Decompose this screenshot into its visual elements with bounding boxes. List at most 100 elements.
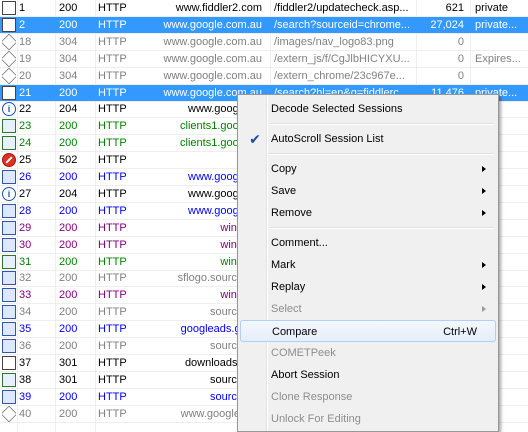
context-menu: Decode Selected Sessions ✔ AutoScroll Sess… — [237, 94, 499, 432]
menu-item-label: Mark — [271, 259, 296, 271]
session-row[interactable]: 1 200 HTTP www.fiddler2.com/fiddler2/update… — [0, 0, 528, 17]
menu-separator — [269, 123, 494, 125]
session-body-size: 0 — [457, 52, 464, 65]
session-protocol: HTTP — [98, 86, 127, 99]
session-result: 304 — [59, 69, 78, 82]
image-icon — [2, 287, 16, 303]
session-protocol: HTTP — [98, 390, 127, 403]
session-number: 28 — [19, 204, 32, 217]
error-icon — [2, 152, 16, 168]
session-protocol: HTTP — [98, 221, 127, 234]
session-body-size: 621 — [445, 2, 464, 14]
session-number: 38 — [19, 373, 32, 386]
submenu-arrow-icon — [482, 210, 486, 216]
session-protocol: HTTP — [98, 306, 127, 319]
session-protocol: HTTP — [98, 373, 127, 386]
session-caching: Expires... — [475, 52, 521, 65]
menu-item-remove[interactable]: Remove — [240, 202, 496, 224]
session-result: 304 — [59, 35, 78, 48]
session-host: www.fiddler2.com — [175, 2, 262, 14]
session-number: 19 — [19, 52, 32, 65]
session-result: 301 — [59, 356, 78, 369]
session-number: 22 — [19, 103, 32, 116]
image-icon — [2, 321, 16, 337]
menu-item-clone-response: Clone Response — [240, 386, 496, 408]
session-result: 200 — [59, 18, 78, 31]
submenu-arrow-icon — [482, 166, 486, 172]
session-result: 301 — [59, 373, 78, 386]
menu-item-compare[interactable]: Compare Ctrl+W — [240, 320, 496, 342]
session-protocol: HTTP — [98, 272, 127, 285]
session-url: /extern_js/f/CgJlbHICYXU... — [274, 52, 410, 65]
session-number: 39 — [19, 390, 32, 403]
session-url: /images/nav_logo83.png — [274, 35, 394, 48]
session-number: 20 — [19, 69, 32, 82]
session-row[interactable]: 2 200 HTTP www.google.com.au/search?sourcei… — [0, 16, 528, 34]
session-result: 200 — [59, 340, 78, 352]
session-protocol: HTTP — [98, 340, 127, 352]
session-result: 200 — [59, 289, 78, 302]
menu-item-label: Clone Response — [271, 391, 353, 403]
session-protocol: HTTP — [98, 255, 127, 268]
session-row[interactable]: 19 304 HTTP www.google.com.au/extern_js/f/C… — [0, 50, 528, 68]
session-result: 200 — [59, 86, 78, 99]
session-number: 37 — [19, 356, 32, 369]
session-protocol: HTTP — [98, 187, 127, 200]
session-result: 200 — [59, 137, 78, 150]
session-number: 18 — [19, 35, 32, 48]
document-icon — [2, 0, 16, 16]
session-body-size: 0 — [457, 35, 464, 48]
session-protocol: HTTP — [98, 137, 127, 150]
session-protocol: HTTP — [98, 120, 127, 133]
session-result: 200 — [59, 306, 78, 319]
script-icon — [2, 135, 16, 151]
cached-icon — [2, 50, 16, 67]
session-host: www.google.com.au — [163, 52, 262, 65]
menu-item-autoscroll-session-list[interactable]: ✔ AutoScroll Session List — [240, 128, 496, 150]
image-icon — [2, 203, 16, 219]
script-icon — [2, 118, 16, 134]
session-protocol: HTTP — [98, 154, 127, 167]
session-number: 30 — [19, 238, 32, 251]
image-icon — [2, 338, 16, 354]
session-number: 1 — [19, 2, 26, 14]
menu-item-comment[interactable]: Comment... — [240, 232, 496, 254]
menu-item-save[interactable]: Save — [240, 180, 496, 202]
session-protocol: HTTP — [98, 356, 127, 369]
session-result: 200 — [59, 323, 78, 336]
session-result: 200 — [59, 390, 78, 403]
menu-item-label: Comment... — [271, 237, 328, 249]
session-host: www.google.com.au — [163, 69, 262, 82]
menu-item-label: Copy — [271, 163, 297, 175]
session-number: 2 — [19, 18, 26, 31]
session-result: 200 — [59, 255, 78, 268]
session-row[interactable]: 20 304 HTTP www.google.com.au/extern_chrome… — [0, 67, 528, 85]
session-result: 200 — [59, 221, 78, 234]
session-body-size: 27,024 — [430, 18, 464, 31]
menu-item-label: Save — [271, 185, 297, 197]
menu-item-label: Decode Selected Sessions — [271, 103, 403, 115]
menu-separator — [269, 153, 494, 155]
session-row[interactable]: 18 304 HTTP www.google.com.au/images/nav_lo… — [0, 33, 528, 51]
menu-item-label: Replay — [271, 281, 306, 293]
session-number: 33 — [19, 289, 32, 302]
menu-item-abort-session[interactable]: Abort Session — [240, 364, 496, 386]
image-icon — [2, 304, 16, 320]
image-icon — [2, 169, 16, 185]
menu-item-mark[interactable]: Mark — [240, 254, 496, 276]
menu-item-copy[interactable]: Copy — [240, 158, 496, 180]
document-icon — [2, 17, 16, 33]
session-result: 200 — [59, 238, 78, 251]
session-protocol: HTTP — [98, 18, 127, 31]
menu-item-decode-selected-sessions[interactable]: Decode Selected Sessions — [240, 98, 496, 120]
session-protocol: HTTP — [98, 171, 127, 183]
session-number: 31 — [19, 255, 32, 268]
session-number: 24 — [19, 137, 32, 150]
session-host: www.google.com.au — [163, 18, 262, 31]
session-number: 27 — [19, 187, 32, 200]
menu-separator — [269, 227, 494, 229]
menu-item-label: Compare — [272, 326, 318, 338]
session-number: 40 — [19, 407, 32, 420]
cached-icon — [2, 67, 16, 84]
menu-item-replay[interactable]: Replay — [240, 276, 496, 298]
